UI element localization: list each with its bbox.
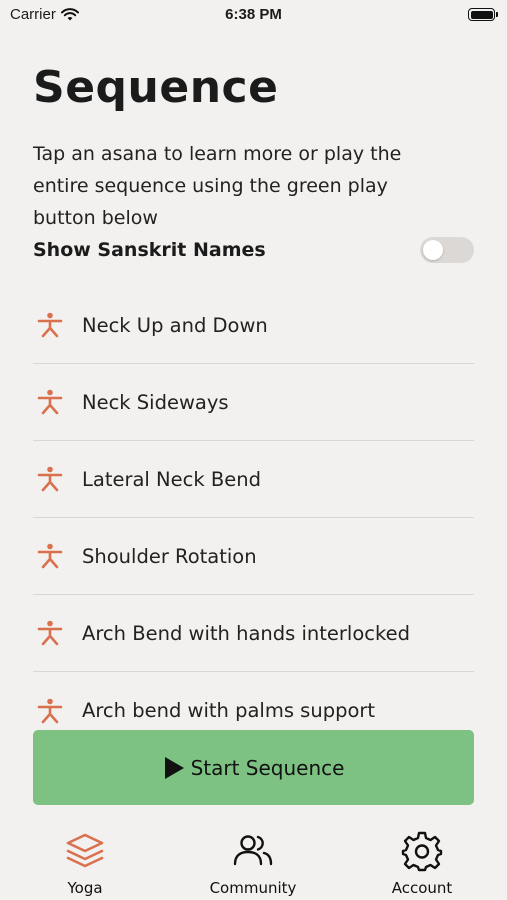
asana-list: Neck Up and Down Neck Sideways Lateral N… [33,287,474,749]
asana-item-neck-up-and-down[interactable]: Neck Up and Down [33,287,474,364]
clock: 6:38 PM [225,6,282,23]
page-description: Tap an asana to learn more or play the e… [33,143,402,229]
sanskrit-names-row: Show Sanskrit Names [33,236,474,264]
yoga-pose-icon [33,310,67,340]
tab-account[interactable]: Account [362,826,482,900]
play-icon [164,756,184,779]
sanskrit-names-toggle[interactable] [420,237,474,263]
yoga-pose-icon [33,618,67,648]
page-title: Sequence [33,62,279,113]
users-icon [233,835,273,866]
yoga-pose-icon [33,541,67,571]
tab-account-label: Account [391,879,453,897]
status-bar: Carrier 6:38 PM [0,0,507,30]
asana-label: Neck Sideways [82,390,229,414]
yoga-pose-icon [33,464,67,494]
asana-label: Lateral Neck Bend [82,467,261,491]
asana-label: Arch bend with palms support [82,699,376,722]
asana-item-lateral-neck-bend[interactable]: Lateral Neck Bend [33,441,474,518]
asana-label: Arch Bend with hands interlocked [82,621,410,645]
asana-label: Neck Up and Down [82,313,268,337]
yoga-pose-icon [33,387,67,417]
asana-item-neck-sideways[interactable]: Neck Sideways [33,364,474,441]
gear-icon [401,831,443,872]
asana-label: Shoulder Rotation [82,544,257,568]
start-sequence-label: Start Sequence [190,755,345,780]
tab-yoga-label: Yoga [67,879,103,897]
layers-icon [66,833,104,868]
tab-community[interactable]: Community [193,826,313,900]
asana-item-arch-bend-hands-interlocked[interactable]: Arch Bend with hands interlocked [33,595,474,672]
tab-yoga[interactable]: Yoga [25,826,145,900]
tab-bar: Yoga Community Account [0,826,507,900]
yoga-pose-icon [33,696,67,726]
sanskrit-names-label: Show Sanskrit Names [33,239,266,261]
battery-icon [468,8,498,21]
asana-item-shoulder-rotation[interactable]: Shoulder Rotation [33,518,474,595]
tab-community-label: Community [209,879,297,897]
start-sequence-button[interactable]: Start Sequence [33,730,474,805]
toggle-knob [423,240,443,260]
